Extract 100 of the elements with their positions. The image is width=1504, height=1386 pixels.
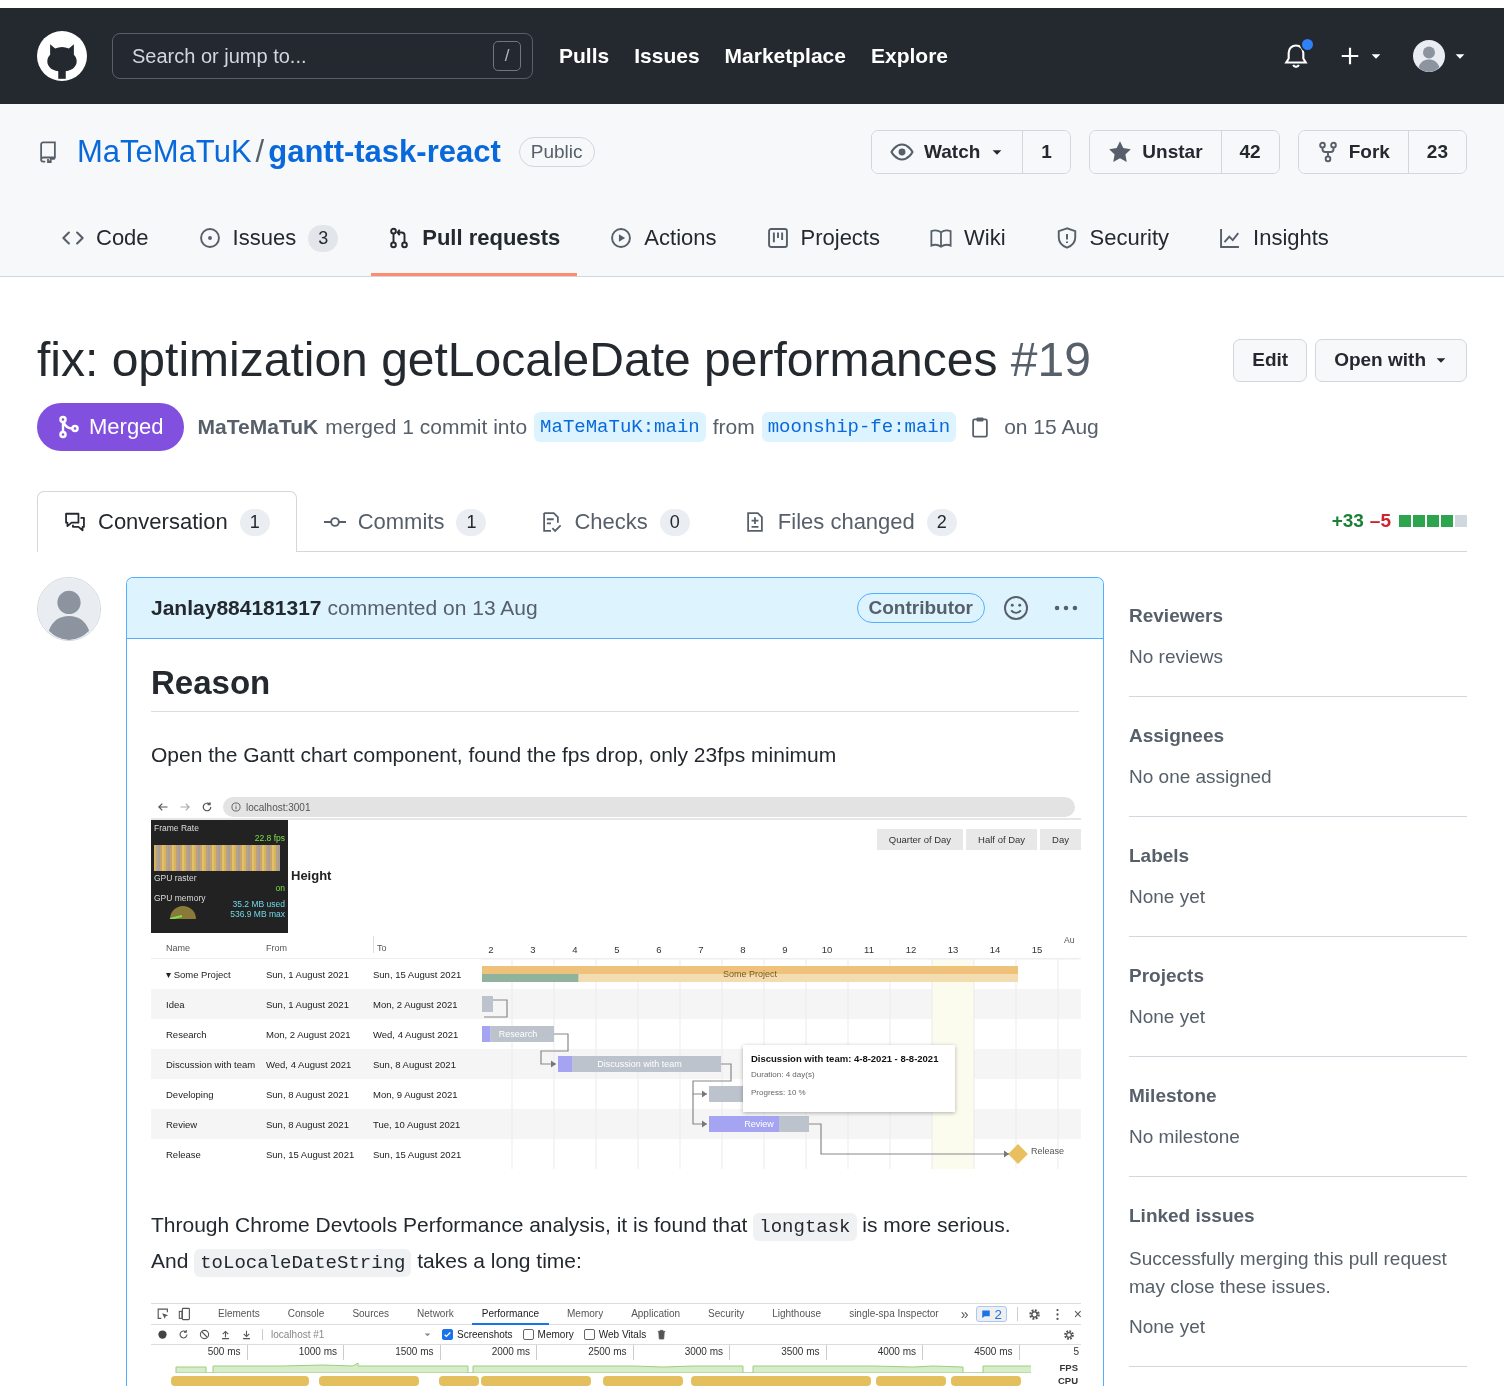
- repo-tab[interactable]: Issues 3: [181, 203, 356, 276]
- devtools-tab[interactable]: Network: [407, 1304, 464, 1325]
- devtools-tab[interactable]: Memory: [557, 1304, 614, 1325]
- sidebar-heading[interactable]: Milestone: [1129, 1084, 1467, 1108]
- nav-link[interactable]: Marketplace: [724, 44, 846, 68]
- comment-time: commented on 13 Aug: [327, 596, 538, 620]
- devtools-tab[interactable]: Sources: [342, 1304, 400, 1325]
- counter-badge: 3: [308, 224, 339, 252]
- from-text: from: [712, 415, 755, 439]
- device-icon[interactable]: [178, 1307, 192, 1321]
- sidebar-heading[interactable]: Reviewers: [1129, 604, 1467, 628]
- author-link[interactable]: Janlay884181317: [151, 596, 322, 620]
- owner-link[interactable]: MaTeMaTuK: [77, 134, 252, 170]
- day-label: 2: [488, 944, 494, 955]
- repo-tab[interactable]: Security: [1038, 203, 1187, 276]
- bar-label: Release: [1031, 1146, 1065, 1156]
- devtools-tab[interactable]: single-spa Inspector: [839, 1304, 949, 1325]
- comment-heading: Reason: [151, 663, 1079, 712]
- pr-tab[interactable]: Files changed 2: [716, 491, 984, 552]
- sidebar-heading[interactable]: Projects: [1129, 964, 1467, 988]
- pr-tab[interactable]: Commits 1: [296, 491, 514, 552]
- checkbox[interactable]: [522, 1329, 534, 1340]
- settings-icon[interactable]: [1063, 1328, 1075, 1341]
- day-label: 13: [947, 944, 959, 955]
- sidebar-heading[interactable]: Linked issues: [1129, 1204, 1467, 1228]
- sidebar-heading[interactable]: Labels: [1129, 844, 1467, 868]
- task-date: Sun, 8 August 2021: [373, 1058, 457, 1070]
- star-count[interactable]: 42: [1220, 131, 1279, 173]
- day-label: 12: [905, 944, 917, 955]
- view-mode-button[interactable]: Half of Day: [966, 829, 1038, 850]
- repo-tab[interactable]: Insights: [1202, 203, 1346, 276]
- task-name: Idea: [165, 998, 186, 1010]
- devtools-tab[interactable]: Performance: [471, 1304, 549, 1325]
- time-tick: 500 ms: [151, 1345, 248, 1360]
- devtools-tab[interactable]: Console: [277, 1304, 335, 1325]
- view-mode-button[interactable]: Quarter of Day: [876, 829, 964, 850]
- devtools-tab[interactable]: Application: [621, 1304, 691, 1325]
- create-button[interactable]: [1339, 45, 1383, 67]
- memory-used: 35.2 MB used: [231, 899, 285, 909]
- time-tick: 2000 ms: [440, 1345, 537, 1360]
- reload-icon[interactable]: [178, 1329, 189, 1340]
- fork-count[interactable]: 23: [1407, 131, 1466, 173]
- task-name: Release: [165, 1148, 202, 1160]
- nav-link[interactable]: Pulls: [559, 44, 610, 68]
- branch-link[interactable]: MaTeMaTuK:main: [534, 412, 706, 442]
- time-tick: 1000 ms: [247, 1345, 344, 1360]
- watch-count[interactable]: 1: [1022, 131, 1071, 173]
- branch-link[interactable]: moonship-fe:main: [761, 412, 957, 442]
- tooltip-duration: Duration: 4 day(s): [751, 1069, 816, 1081]
- repo-tab[interactable]: Projects: [749, 203, 897, 276]
- logo-icon[interactable]: [37, 31, 87, 81]
- avatar-button[interactable]: [1413, 40, 1467, 72]
- devtools-tab[interactable]: Security: [698, 1304, 755, 1325]
- devtools-tab[interactable]: Elements: [208, 1304, 270, 1325]
- issues-button[interactable]: 2: [976, 1306, 1007, 1322]
- checkbox[interactable]: [442, 1329, 453, 1340]
- nav-link[interactable]: Issues: [634, 44, 700, 68]
- more-tabs-button[interactable]: »: [960, 1306, 969, 1322]
- download-icon[interactable]: [241, 1329, 252, 1340]
- sidebar-value: None yet: [1129, 1315, 1207, 1339]
- time-tick: 4000 ms: [826, 1345, 923, 1360]
- author-link[interactable]: MaTeMaTuK: [197, 415, 319, 439]
- inspect-icon[interactable]: [156, 1307, 170, 1321]
- reload-icon[interactable]: [201, 801, 213, 813]
- target-label: localhost #1: [271, 1329, 325, 1340]
- checkbox[interactable]: [583, 1329, 595, 1340]
- bell-icon[interactable]: [1283, 43, 1309, 69]
- devtools-tab[interactable]: Lighthouse: [762, 1304, 832, 1325]
- close-button[interactable]: ×: [1073, 1306, 1081, 1322]
- back-icon[interactable]: [157, 801, 169, 813]
- sidebar-heading[interactable]: Assignees: [1129, 724, 1467, 748]
- upload-icon[interactable]: [220, 1329, 231, 1340]
- open-with-button[interactable]: Open with: [1315, 338, 1467, 382]
- diffstat-block: [1413, 515, 1425, 527]
- pr-tab[interactable]: Conversation 1: [37, 491, 297, 552]
- repo-name-link[interactable]: gantt-task-react: [268, 134, 501, 170]
- address-bar[interactable]: localhost:3001: [223, 797, 1075, 817]
- trash-icon[interactable]: [656, 1329, 668, 1340]
- target-dropdown[interactable]: localhost #1: [262, 1329, 432, 1340]
- clear-icon[interactable]: [199, 1329, 210, 1340]
- view-mode-button[interactable]: Day: [1040, 829, 1081, 850]
- pr-tab[interactable]: Checks 0: [513, 491, 717, 552]
- nav-link[interactable]: Explore: [871, 44, 948, 68]
- edit-button[interactable]: Edit: [1233, 338, 1308, 382]
- counter-badge: 1: [456, 508, 487, 536]
- settings-icon[interactable]: [1027, 1307, 1041, 1321]
- column-header: To: [373, 936, 481, 953]
- day-label: 11: [864, 944, 874, 955]
- repo-tab[interactable]: Pull requests: [371, 203, 578, 276]
- repo-tab[interactable]: Wiki: [913, 203, 1023, 276]
- smiley-icon[interactable]: [1003, 595, 1029, 621]
- issue-icon: [198, 227, 221, 249]
- day-label: 10: [821, 944, 833, 955]
- repo-tab[interactable]: Actions: [593, 203, 734, 276]
- record-icon[interactable]: [157, 1329, 168, 1340]
- repo-tab[interactable]: Code: [45, 203, 166, 276]
- bar-label: Some Project: [723, 969, 777, 979]
- connector-line: [483, 999, 508, 1018]
- pull-request-icon: [388, 227, 411, 249]
- day-label: 8: [740, 944, 746, 955]
